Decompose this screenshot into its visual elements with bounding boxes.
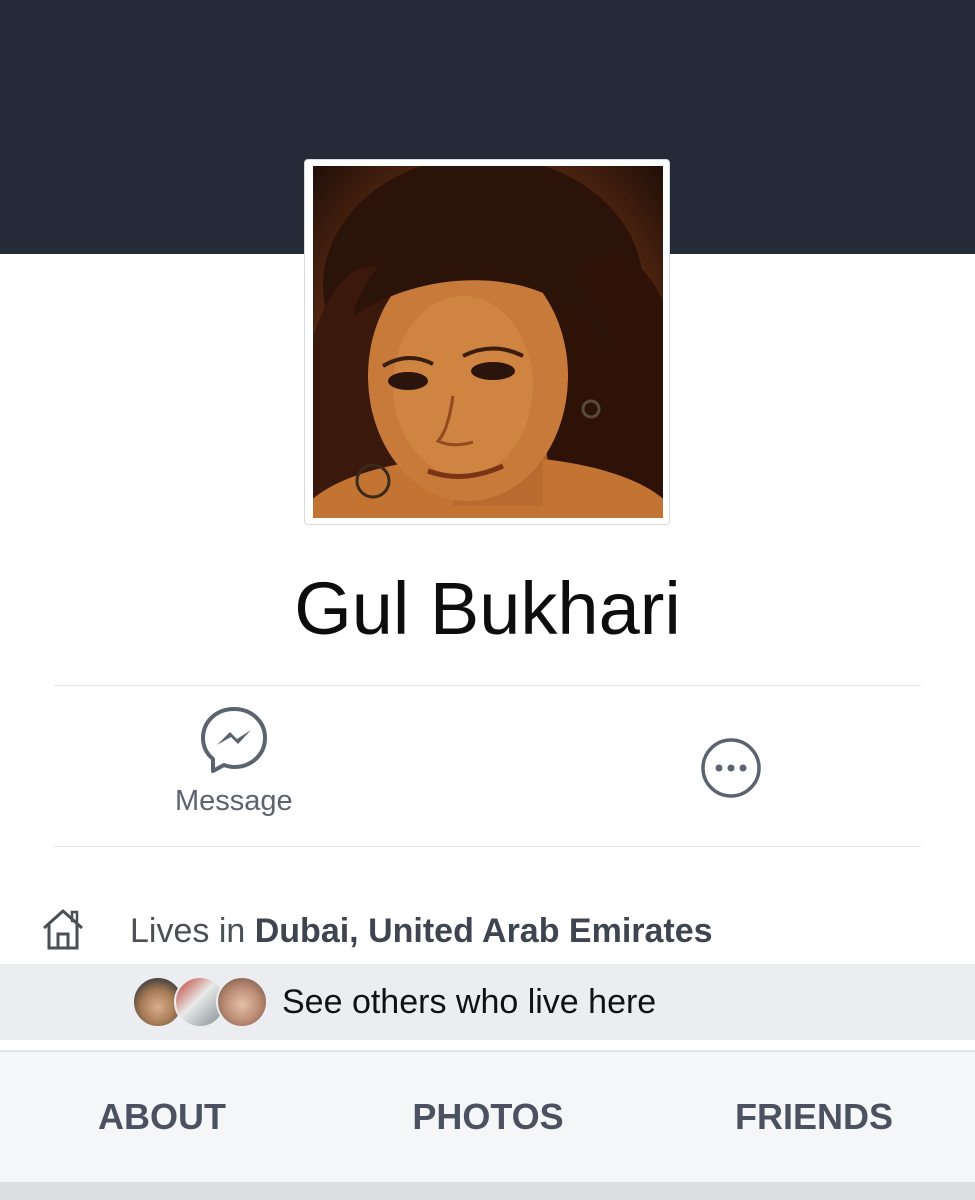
- profile-picture[interactable]: [313, 166, 663, 518]
- lives-in-row[interactable]: Lives in Dubai, United Arab Emirates: [40, 903, 713, 959]
- tab-about[interactable]: ABOUT: [36, 1052, 288, 1182]
- lives-in-prefix: Lives in: [130, 911, 255, 950]
- see-others-label: See others who live here: [282, 982, 657, 1021]
- tab-friends[interactable]: FRIENDS: [688, 1052, 940, 1182]
- profile-picture-frame[interactable]: [304, 159, 670, 525]
- bottom-divider-strip: [0, 1182, 975, 1200]
- friend-avatars: [132, 976, 272, 1028]
- home-icon: [40, 906, 86, 957]
- message-label: Message: [175, 785, 293, 817]
- lives-in-city[interactable]: Dubai, United Arab Emirates: [255, 912, 713, 950]
- messenger-icon: [200, 706, 268, 779]
- more-dots-icon: [700, 737, 762, 804]
- avatar: [216, 976, 268, 1028]
- more-options-button[interactable]: [700, 737, 762, 804]
- message-button[interactable]: Message: [175, 706, 293, 818]
- divider-top: [54, 685, 921, 686]
- see-others-bar[interactable]: See others who live here: [0, 964, 975, 1040]
- divider-bottom: [54, 846, 921, 847]
- profile-tabs: ABOUT PHOTOS FRIENDS: [0, 1050, 975, 1182]
- tab-photos[interactable]: PHOTOS: [362, 1052, 614, 1182]
- lives-in-text: Lives in Dubai, United Arab Emirates: [130, 912, 713, 951]
- profile-name: Gul Bukhari: [294, 567, 681, 650]
